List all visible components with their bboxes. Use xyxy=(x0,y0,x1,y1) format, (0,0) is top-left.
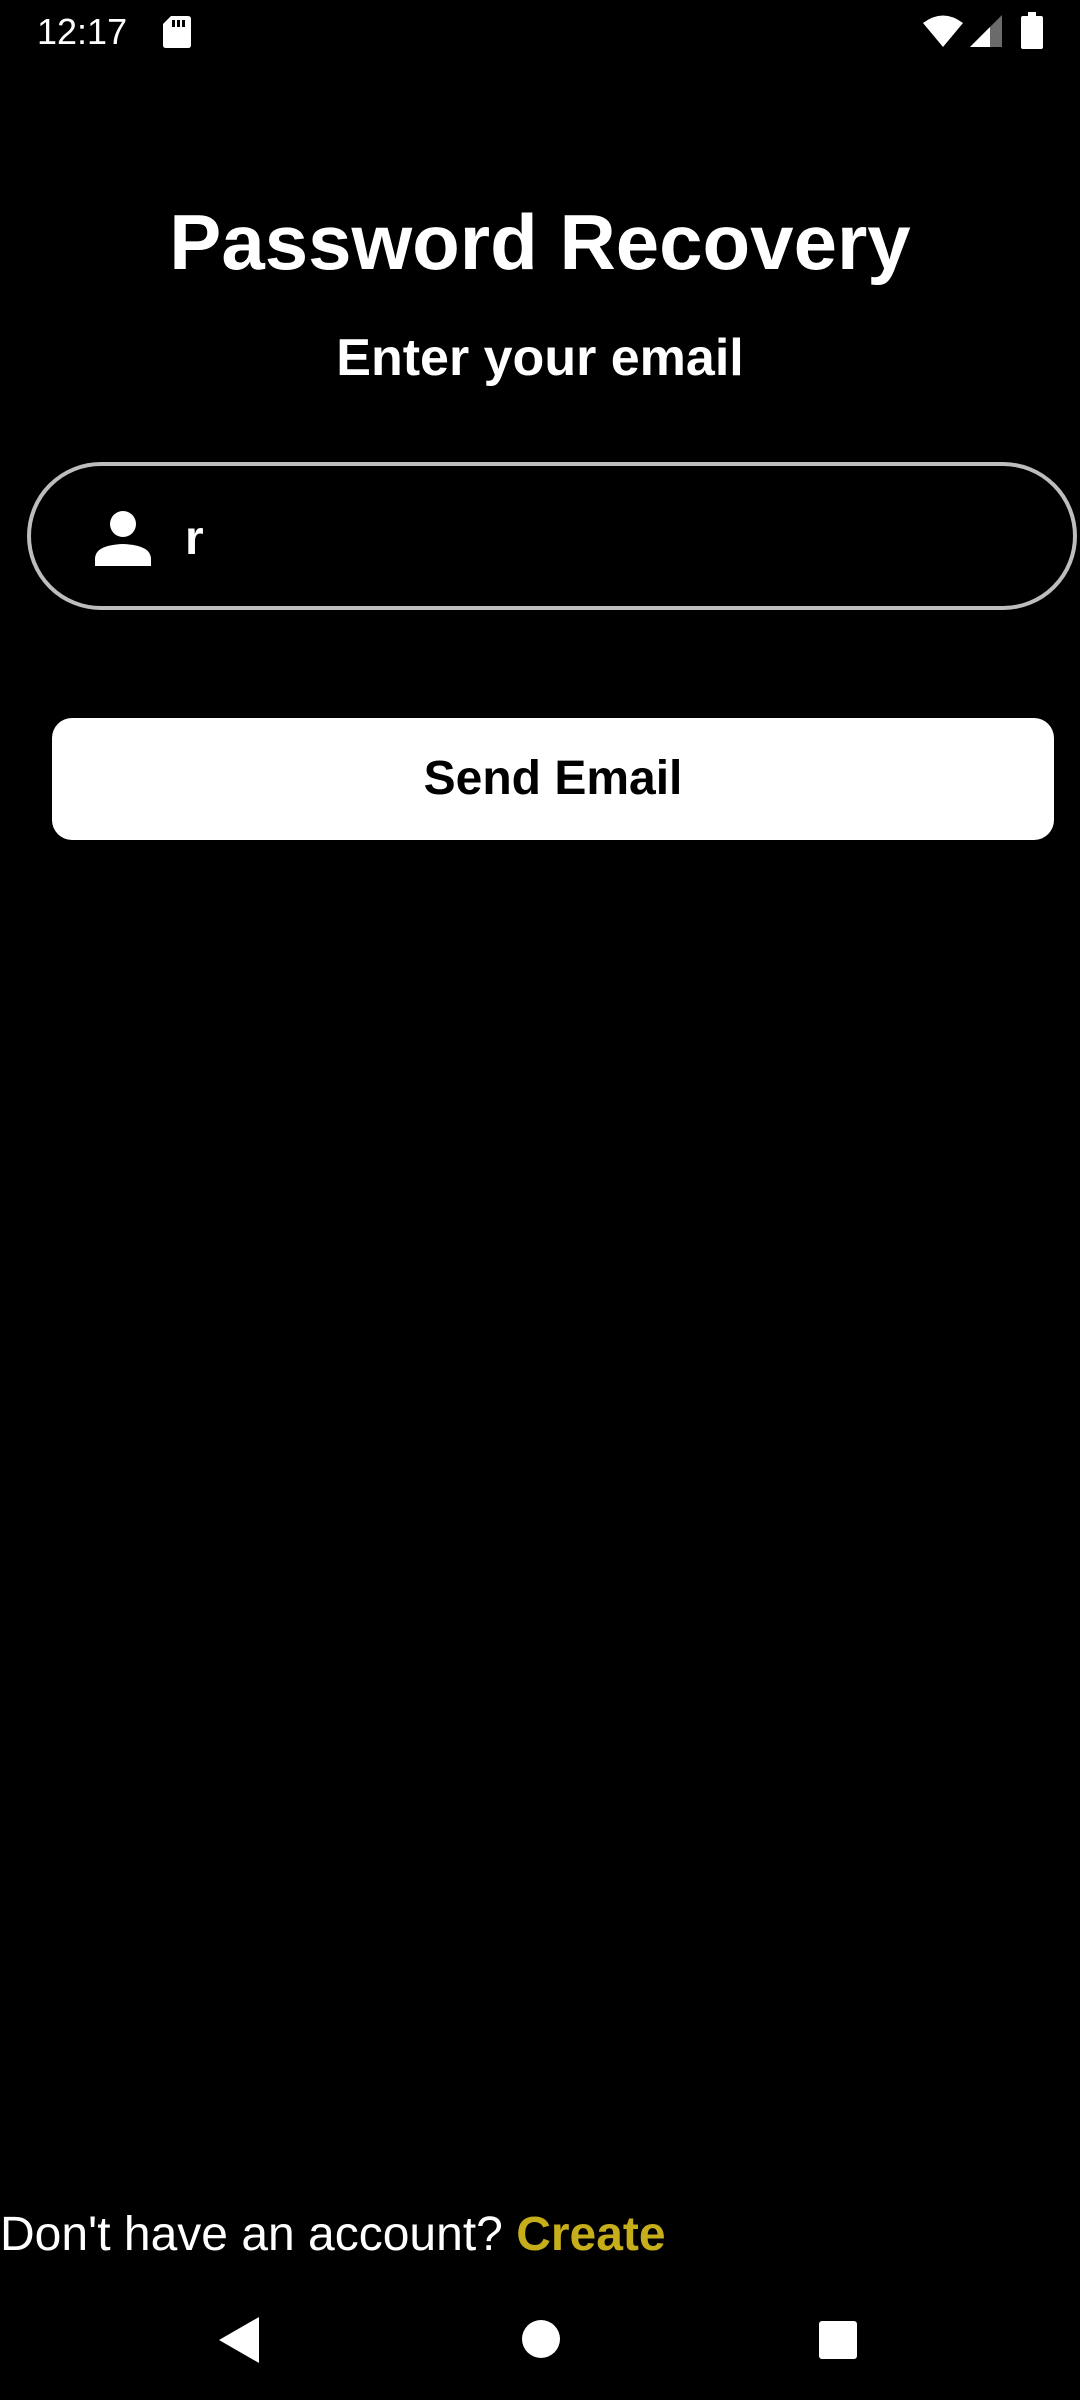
email-field[interactable] xyxy=(27,462,1077,610)
navigation-bar xyxy=(0,2290,1080,2400)
wifi-icon xyxy=(923,15,963,47)
signup-prompt: Don't have an account? Create xyxy=(0,2200,666,2270)
battery-icon xyxy=(1021,12,1043,49)
back-icon[interactable] xyxy=(216,2314,262,2366)
page-title: Password Recovery xyxy=(169,198,911,286)
home-icon[interactable] xyxy=(520,2318,562,2360)
create-account-link[interactable]: Create xyxy=(516,2208,665,2261)
email-input[interactable] xyxy=(185,496,1045,580)
page-subtitle: Enter your email xyxy=(336,329,744,387)
sd-card-icon xyxy=(163,16,191,48)
person-icon xyxy=(95,511,151,566)
signal-icon xyxy=(970,15,1002,47)
status-time: 12:17 xyxy=(37,11,128,52)
status-bar: 12:17 xyxy=(0,0,1080,64)
recents-icon[interactable] xyxy=(816,2318,860,2362)
signup-prompt-text: Don't have an account? xyxy=(0,2208,517,2261)
send-email-button[interactable]: Send Email xyxy=(52,718,1054,840)
